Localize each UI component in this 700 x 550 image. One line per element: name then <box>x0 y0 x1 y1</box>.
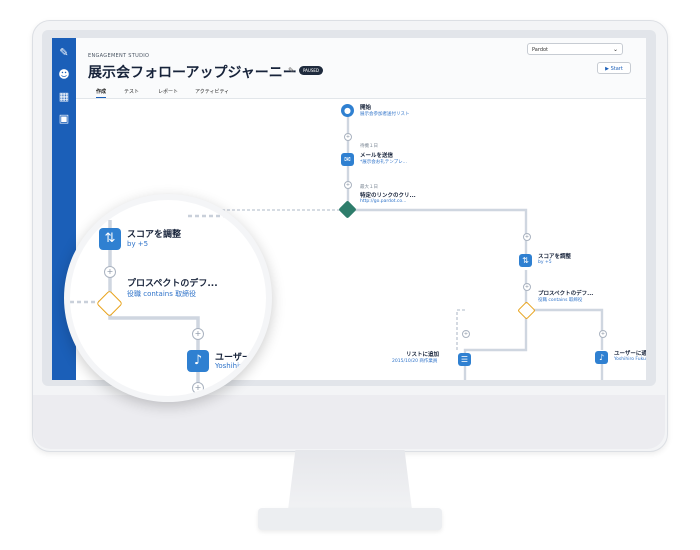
wait1-meta: 待機１日 <box>360 144 378 149</box>
mag-prospect-sub: 役職 contains 取締役 <box>127 290 197 298</box>
score-right-label: スコアを調整 <box>538 254 572 260</box>
add-step-icon[interactable]: + <box>599 330 607 338</box>
mag-score-label: スコアを調整 <box>127 230 182 240</box>
mag-score-sub: by +5 <box>127 240 149 248</box>
email-sub: *展示会お礼テンプレ... <box>360 160 407 165</box>
start-label: 開始 <box>360 105 372 111</box>
list-add-label: リストに追加 <box>406 352 440 358</box>
prospect-right-label: プロスペクトのデフ... <box>538 291 594 297</box>
add-step-icon[interactable]: + <box>523 283 531 291</box>
mag-notify-sub: Yoshihiro F <box>215 362 253 370</box>
score-node-icon[interactable]: ⇅ <box>99 228 121 250</box>
add-step-icon[interactable]: + <box>192 328 204 340</box>
monitor-stand <box>288 450 412 510</box>
add-step-icon[interactable]: + <box>192 382 204 394</box>
score-node-icon[interactable]: ⇅ <box>519 254 532 267</box>
trigger-sub: http://go.pardot.co... <box>360 199 407 204</box>
email-label: メールを送信 <box>360 153 394 159</box>
add-step-icon[interactable]: + <box>104 266 116 278</box>
add-step-icon[interactable]: + <box>344 133 352 141</box>
zoom-magnifier: ⇅ スコアを調整 by +5 + プロスペクトのデフ... 役職 contain… <box>64 194 272 402</box>
wait2-meta: 最大１日 <box>360 185 378 190</box>
monitor-base <box>258 508 442 530</box>
add-step-icon[interactable]: + <box>462 330 470 338</box>
list-add-icon[interactable]: ☰ <box>458 353 471 366</box>
score-right-sub: by +5 <box>538 260 552 265</box>
trigger-label: 特定のリンクのクリ... <box>360 193 416 199</box>
list-add-sub: 2015/10/20 商作業員 <box>392 359 438 364</box>
bell-icon[interactable]: ♪ <box>187 350 209 372</box>
notify-right-label: ユーザーに通 <box>614 351 646 357</box>
add-step-icon[interactable]: + <box>523 233 531 241</box>
prospect-right-sub: 役職 contains 取締役 <box>538 298 583 303</box>
add-step-icon[interactable]: + <box>344 181 352 189</box>
email-node-icon[interactable]: ✉ <box>341 153 354 166</box>
mag-prospect-label: プロスペクトのデフ... <box>127 279 218 289</box>
bell-icon[interactable]: ♪ <box>595 351 608 364</box>
monitor-chin <box>33 395 665 449</box>
start-sub: 展示会参加者送付リスト <box>360 112 410 117</box>
start-node-icon[interactable]: ● <box>341 104 354 117</box>
notify-right-sub: Yoshihiro Fuku <box>614 357 646 362</box>
